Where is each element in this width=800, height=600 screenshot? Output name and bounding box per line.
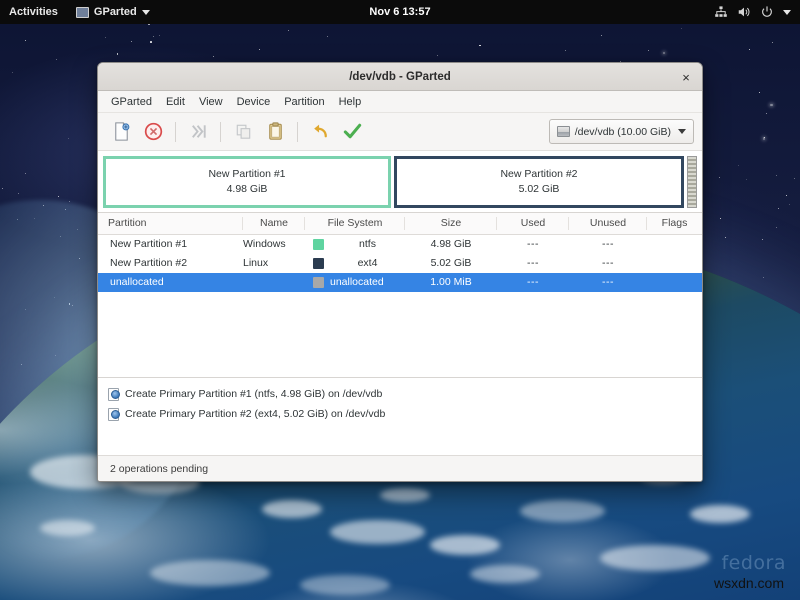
- menu-view[interactable]: View: [192, 94, 230, 110]
- partition-bar-1[interactable]: New Partition #1 4.98 GiB: [103, 156, 391, 208]
- cell-size: 5.02 GiB: [405, 254, 497, 273]
- table-row[interactable]: New Partition #1 Windows ntfs 4.98 GiB -…: [98, 235, 702, 254]
- operation-label: Create Primary Partition #2 (ext4, 5.02 …: [125, 408, 385, 420]
- chevron-down-icon: [678, 129, 686, 134]
- cell-name: Linux: [243, 254, 305, 273]
- resize-move-button[interactable]: [183, 118, 213, 146]
- cell-used: ---: [497, 273, 569, 292]
- new-partition-button[interactable]: [106, 118, 136, 146]
- operation-label: Create Primary Partition #1 (ntfs, 4.98 …: [125, 388, 382, 400]
- cell-filesystem-label: ntfs: [330, 238, 405, 250]
- table-row[interactable]: New Partition #2 Linux ext4 5.02 GiB ---…: [98, 254, 702, 273]
- cell-filesystem: ntfs: [305, 235, 405, 254]
- fedora-watermark: fedora: [721, 552, 786, 574]
- gparted-window: /dev/vdb - GParted × GParted Edit View D…: [97, 62, 703, 482]
- cell-name: [243, 273, 305, 292]
- gnome-top-bar: Activities GParted Nov 6 13:57: [0, 0, 800, 24]
- partition-bar-1-name: New Partition #1: [208, 167, 285, 181]
- undo-button[interactable]: [305, 118, 335, 146]
- menu-edit[interactable]: Edit: [159, 94, 192, 110]
- toolbar: /dev/vdb (10.00 GiB): [98, 113, 702, 151]
- chevron-down-icon[interactable]: [783, 10, 791, 15]
- cell-used: ---: [497, 254, 569, 273]
- partition-bar-2[interactable]: New Partition #2 5.02 GiB: [394, 156, 684, 208]
- column-header-flags[interactable]: Flags: [647, 213, 702, 235]
- table-header-row: Partition Name File System Size Used Unu…: [98, 213, 702, 235]
- paste-button[interactable]: [260, 118, 290, 146]
- column-header-filesystem[interactable]: File System: [305, 213, 405, 235]
- table-row[interactable]: unallocated unallocated 1.00 MiB --- ---: [98, 273, 702, 292]
- clock-label: Nov 6 13:57: [369, 6, 430, 18]
- activities-label: Activities: [9, 0, 58, 24]
- cell-unused: ---: [569, 273, 647, 292]
- window-titlebar[interactable]: /dev/vdb - GParted ×: [98, 63, 702, 91]
- column-header-size[interactable]: Size: [405, 213, 497, 235]
- cell-partition: unallocated: [98, 273, 243, 292]
- cell-filesystem: ext4: [305, 254, 405, 273]
- copy-button[interactable]: [228, 118, 258, 146]
- site-watermark: wsxdn.com: [714, 575, 784, 591]
- volume-icon[interactable]: [737, 5, 751, 19]
- hard-drive-icon: [557, 126, 570, 137]
- system-tray[interactable]: [714, 5, 800, 19]
- operation-item[interactable]: Create Primary Partition #2 (ext4, 5.02 …: [104, 404, 702, 424]
- cell-name: Windows: [243, 235, 305, 254]
- menu-partition[interactable]: Partition: [277, 94, 331, 110]
- toolbar-separator: [220, 122, 221, 142]
- cell-flags: [647, 254, 702, 273]
- toolbar-separator: [175, 122, 176, 142]
- chevron-down-icon: [142, 10, 150, 15]
- cell-unused: ---: [569, 235, 647, 254]
- column-header-used[interactable]: Used: [497, 213, 569, 235]
- partition-bar-2-size: 5.02 GiB: [519, 182, 560, 196]
- cell-size: 1.00 MiB: [405, 273, 497, 292]
- cell-flags: [647, 273, 702, 292]
- column-header-name[interactable]: Name: [243, 213, 305, 235]
- cell-partition: New Partition #1: [98, 235, 243, 254]
- status-text: 2 operations pending: [110, 463, 208, 475]
- menu-help[interactable]: Help: [332, 94, 369, 110]
- delete-partition-button[interactable]: [138, 118, 168, 146]
- cell-size: 4.98 GiB: [405, 235, 497, 254]
- cell-used: ---: [497, 235, 569, 254]
- menu-bar: GParted Edit View Device Partition Help: [98, 91, 702, 113]
- cell-filesystem: unallocated: [305, 273, 405, 292]
- partition-table: Partition Name File System Size Used Unu…: [98, 213, 702, 377]
- partition-bar-2-name: New Partition #2: [500, 167, 577, 181]
- column-header-unused[interactable]: Unused: [569, 213, 647, 235]
- app-window-icon: [76, 7, 89, 18]
- menu-gparted[interactable]: GParted: [104, 94, 159, 110]
- partition-document-icon: [108, 388, 119, 401]
- power-icon[interactable]: [760, 5, 774, 19]
- app-menu-button[interactable]: GParted: [67, 0, 159, 24]
- filesystem-color-swatch: [313, 239, 324, 250]
- cell-filesystem-label: ext4: [330, 257, 405, 269]
- app-menu-label: GParted: [94, 0, 137, 24]
- cell-partition: New Partition #2: [98, 254, 243, 273]
- filesystem-color-swatch: [313, 258, 324, 269]
- filesystem-color-swatch: [313, 277, 324, 288]
- apply-button[interactable]: [337, 118, 367, 146]
- partition-graphic: New Partition #1 4.98 GiB New Partition …: [98, 151, 702, 213]
- partition-bar-1-size: 4.98 GiB: [227, 182, 268, 196]
- column-header-partition[interactable]: Partition: [98, 213, 243, 235]
- device-selector[interactable]: /dev/vdb (10.00 GiB): [549, 119, 694, 144]
- pending-operations-list: Create Primary Partition #1 (ntfs, 4.98 …: [98, 377, 702, 455]
- close-icon[interactable]: ×: [676, 67, 696, 87]
- window-title: /dev/vdb - GParted: [349, 71, 451, 83]
- status-bar: 2 operations pending: [98, 455, 702, 481]
- cell-filesystem-label: unallocated: [330, 276, 405, 288]
- partition-document-icon: [108, 408, 119, 421]
- activities-button[interactable]: Activities: [0, 0, 67, 24]
- cell-flags: [647, 235, 702, 254]
- menu-device[interactable]: Device: [230, 94, 278, 110]
- operation-item[interactable]: Create Primary Partition #1 (ntfs, 4.98 …: [104, 384, 702, 404]
- device-selector-value: /dev/vdb (10.00 GiB): [575, 126, 671, 138]
- cell-unused: ---: [569, 254, 647, 273]
- unallocated-bar[interactable]: [687, 156, 697, 208]
- clock-button[interactable]: Nov 6 13:57: [335, 6, 465, 18]
- network-icon[interactable]: [714, 5, 728, 19]
- toolbar-separator: [297, 122, 298, 142]
